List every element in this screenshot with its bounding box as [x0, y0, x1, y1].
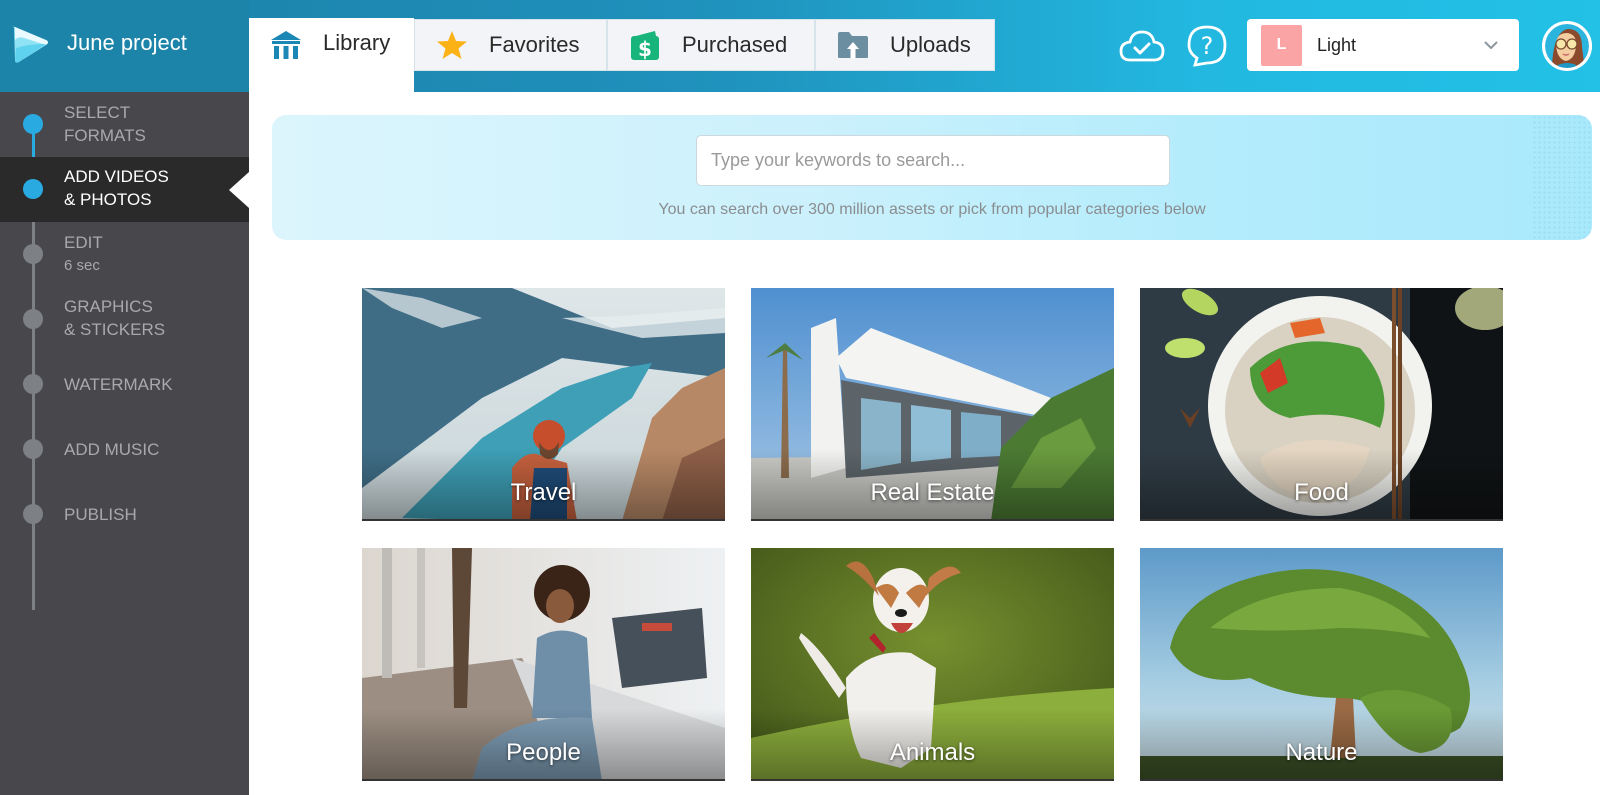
- step-label: SELECT: [64, 103, 131, 122]
- tab-purchased[interactable]: $ Purchased: [607, 19, 815, 71]
- step-graphics-stickers[interactable]: GRAPHICS & STICKERS: [0, 287, 249, 351]
- svg-text:?: ?: [1201, 32, 1214, 60]
- step-dot-pending: [23, 309, 43, 329]
- category-label: Nature: [1285, 739, 1358, 766]
- category-tile-nature[interactable]: Nature: [1140, 548, 1503, 781]
- user-avatar-icon: [1542, 21, 1592, 71]
- tab-favorites-label: Favorites: [489, 32, 580, 57]
- tab-uploads-label: Uploads: [890, 32, 971, 57]
- star-icon: [435, 30, 469, 60]
- search-input[interactable]: [696, 135, 1170, 186]
- step-label-line2: FORMATS: [64, 126, 146, 145]
- category-tile-people[interactable]: People: [362, 548, 725, 781]
- step-edit[interactable]: EDIT 6 sec: [0, 222, 249, 286]
- category-label: Animals: [889, 739, 976, 766]
- app-logo-icon: [13, 26, 48, 63]
- app-root: June project Library Favorites $ Purchas…: [0, 0, 1600, 795]
- step-watermark[interactable]: WATERMARK: [0, 352, 249, 416]
- step-label: WATERMARK: [64, 375, 173, 394]
- step-dot-pending: [23, 439, 43, 459]
- cloud-check-icon[interactable]: [1118, 24, 1166, 68]
- step-publish[interactable]: PUBLISH: [0, 482, 249, 546]
- step-add-videos-photos[interactable]: ADD VIDEOS & PHOTOS: [0, 157, 249, 222]
- category-tile-animals[interactable]: Animals: [751, 548, 1114, 781]
- workflow-sidebar: SELECT FORMATS ADD VIDEOS & PHOTOS EDIT …: [0, 92, 249, 795]
- step-label: PUBLISH: [64, 505, 137, 524]
- upload-folder-icon: [836, 30, 870, 60]
- category-tile-food[interactable]: Food: [1140, 288, 1503, 521]
- svg-text:$: $: [638, 37, 652, 61]
- step-dot-active: [23, 179, 43, 199]
- tab-purchased-label: Purchased: [682, 32, 788, 57]
- step-label: GRAPHICS: [64, 297, 153, 316]
- step-label: ADD VIDEOS: [64, 167, 169, 186]
- search-panel: You can search over 300 million assets o…: [272, 115, 1592, 240]
- tab-favorites[interactable]: Favorites: [414, 19, 607, 71]
- tab-uploads[interactable]: Uploads: [815, 19, 995, 71]
- theme-selected-value: Light: [1317, 34, 1357, 55]
- category-label: Food: [1294, 479, 1349, 506]
- step-duration: 6 sec: [64, 257, 100, 274]
- avatar[interactable]: [1542, 21, 1592, 71]
- step-label: EDIT: [64, 233, 103, 252]
- step-dot-pending: [23, 504, 43, 524]
- theme-dropdown[interactable]: L Light: [1247, 19, 1519, 71]
- chevron-down-icon: [1484, 41, 1498, 50]
- category-tile-travel[interactable]: Travel: [362, 288, 725, 521]
- step-select-formats[interactable]: SELECT FORMATS: [0, 92, 249, 156]
- step-label: ADD MUSIC: [64, 440, 160, 459]
- category-label: People: [506, 739, 581, 766]
- brand-area: June project: [0, 0, 249, 92]
- step-dot-pending: [23, 374, 43, 394]
- purchased-wallet-icon: $: [628, 30, 662, 61]
- decorative-dot-pattern: [1532, 115, 1592, 240]
- active-step-pointer: [229, 172, 249, 208]
- project-title[interactable]: June project: [67, 30, 187, 56]
- tab-library[interactable]: Library: [249, 18, 414, 92]
- category-label: Travel: [510, 479, 577, 506]
- tab-library-label: Library: [323, 30, 391, 55]
- theme-swatch: L: [1261, 24, 1302, 66]
- step-dot-pending: [23, 244, 43, 264]
- help-question-icon[interactable]: ?: [1183, 24, 1231, 68]
- library-icon: [269, 30, 303, 60]
- top-header: June project Library Favorites $ Purchas…: [0, 0, 1600, 92]
- step-add-music[interactable]: ADD MUSIC: [0, 417, 249, 481]
- step-dot-done: [23, 114, 43, 134]
- step-label-line2: & PHOTOS: [64, 190, 152, 209]
- category-label: Real Estate: [870, 479, 995, 506]
- category-tile-real-estate[interactable]: Real Estate: [751, 288, 1114, 521]
- step-label-line2: & STICKERS: [64, 320, 166, 339]
- search-hint: You can search over 300 million assets o…: [658, 201, 1206, 218]
